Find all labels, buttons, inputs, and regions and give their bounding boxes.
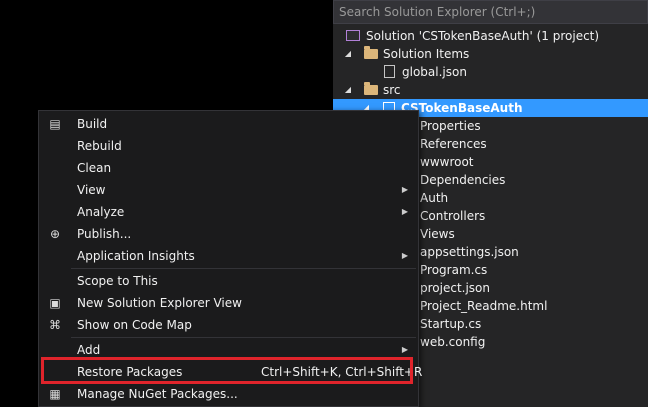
menu-item-application-insights[interactable]: Application Insights ▶ <box>39 245 418 267</box>
submenu-arrow-icon: ▶ <box>401 345 408 354</box>
menu-item-clean[interactable]: Clean <box>39 157 418 179</box>
tree-item-solution-items[interactable]: ◢ Solution Items <box>333 45 648 63</box>
nuget-icon: ▦ <box>49 387 61 401</box>
tree-label: web.config <box>420 335 486 349</box>
expand-arrow-icon[interactable]: ◢ <box>343 45 353 63</box>
submenu-arrow-icon: ▶ <box>401 185 408 194</box>
tree-label: Solution Items <box>383 47 470 61</box>
menu-label: Clean <box>77 161 112 175</box>
new-window-icon: ▣ <box>49 296 61 310</box>
menu-item-analyze[interactable]: Analyze ▶ <box>39 201 418 223</box>
tree-label: global.json <box>402 65 467 79</box>
menu-item-scope-to-this[interactable]: Scope to This <box>39 270 418 292</box>
menu-label: Show on Code Map <box>77 318 192 332</box>
menu-label: Application Insights <box>77 249 195 263</box>
folder-icon <box>364 46 378 59</box>
tree-label: wwwroot <box>420 155 474 169</box>
menu-label: New Solution Explorer View <box>77 296 242 310</box>
menu-item-new-solution-explorer-view[interactable]: ▣ New Solution Explorer View <box>39 292 418 314</box>
menu-item-build[interactable]: ▤ Build <box>39 113 418 135</box>
search-input[interactable]: Search Solution Explorer (Ctrl+;) <box>333 0 648 24</box>
submenu-arrow-icon: ▶ <box>401 207 408 216</box>
tree-label: Project_Readme.html <box>420 299 548 313</box>
menu-label: Build <box>77 117 108 131</box>
tree-label: Startup.cs <box>420 317 482 331</box>
submenu-arrow-icon: ▶ <box>401 251 408 260</box>
tree-label: CSTokenBaseAuth <box>401 101 523 115</box>
json-file-icon <box>384 65 395 78</box>
tree-label: Solution 'CSTokenBaseAuth' (1 project) <box>366 29 600 43</box>
menu-label: View <box>77 183 106 197</box>
folder-icon <box>364 82 378 95</box>
menu-label: Scope to This <box>77 274 158 288</box>
menu-item-show-on-code-map[interactable]: ⌘ Show on Code Map <box>39 314 418 336</box>
menu-item-rebuild[interactable]: Rebuild <box>39 135 418 157</box>
menu-label: Rebuild <box>77 139 122 153</box>
menu-separator <box>71 268 416 269</box>
menu-item-manage-nuget-packages[interactable]: ▦ Manage NuGet Packages... <box>39 383 418 405</box>
tree-label: Properties <box>420 119 481 133</box>
tree-label: Program.cs <box>420 263 488 277</box>
menu-item-add[interactable]: Add ▶ <box>39 339 418 361</box>
menu-label: Publish... <box>77 227 132 241</box>
tree-label: src <box>383 83 401 97</box>
build-icon: ▤ <box>49 117 61 131</box>
expand-arrow-icon[interactable]: ◢ <box>343 81 353 99</box>
tree-label: appsettings.json <box>420 245 519 259</box>
tree-label: Dependencies <box>420 173 506 187</box>
menu-item-view[interactable]: View ▶ <box>39 179 418 201</box>
tree-item-src[interactable]: ◢ src <box>333 81 648 99</box>
menu-label: Manage NuGet Packages... <box>77 387 238 401</box>
tree-label: Views <box>420 227 455 241</box>
context-menu: ▤ Build Rebuild Clean View ▶ Analyze ▶ ⊕… <box>38 110 422 407</box>
menu-label: Add <box>77 343 101 357</box>
tree-label: References <box>420 137 487 151</box>
tree-item-solution[interactable]: Solution 'CSTokenBaseAuth' (1 project) <box>333 27 648 45</box>
tree-label: Controllers <box>420 209 486 223</box>
solution-icon <box>346 30 360 41</box>
globe-icon: ⊕ <box>49 227 61 241</box>
menu-shortcut: Ctrl+Shift+K, Ctrl+Shift+R <box>261 365 423 379</box>
menu-label: Analyze <box>77 205 125 219</box>
menu-item-publish[interactable]: ⊕ Publish... <box>39 223 418 245</box>
tree-label: project.json <box>420 281 490 295</box>
menu-label: Restore Packages <box>77 365 183 379</box>
code-map-icon: ⌘ <box>49 318 61 332</box>
tree-label: Auth <box>420 191 449 205</box>
menu-item-restore-packages[interactable]: Restore Packages Ctrl+Shift+K, Ctrl+Shif… <box>39 361 422 383</box>
tree-item-global-json[interactable]: global.json <box>333 63 648 81</box>
menu-separator <box>71 337 416 338</box>
